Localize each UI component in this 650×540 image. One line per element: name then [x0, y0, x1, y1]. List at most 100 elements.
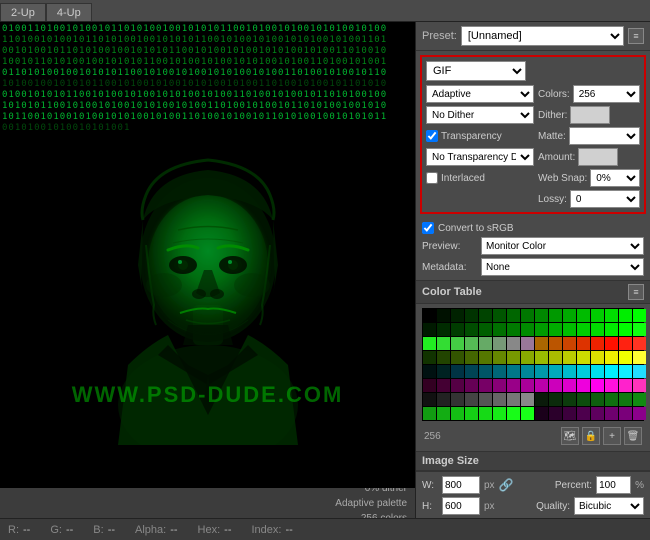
- websnap-select[interactable]: 0%: [590, 169, 640, 187]
- preset-menu-button[interactable]: ≡: [628, 28, 644, 44]
- color-cell[interactable]: [451, 393, 464, 406]
- color-cell[interactable]: [479, 337, 492, 350]
- color-cell[interactable]: [535, 407, 548, 420]
- dither-select[interactable]: No Dither: [426, 106, 534, 124]
- color-cell[interactable]: [619, 379, 632, 392]
- color-cell[interactable]: [563, 323, 576, 336]
- color-cell[interactable]: [507, 337, 520, 350]
- color-cell[interactable]: [563, 365, 576, 378]
- color-cell[interactable]: [563, 309, 576, 322]
- color-cell[interactable]: [507, 351, 520, 364]
- color-cell[interactable]: [605, 309, 618, 322]
- amount-input[interactable]: [578, 148, 618, 166]
- width-input[interactable]: [442, 476, 480, 494]
- color-cell[interactable]: [563, 379, 576, 392]
- color-cell[interactable]: [591, 337, 604, 350]
- matte-select[interactable]: [569, 127, 640, 145]
- color-cell[interactable]: [521, 337, 534, 350]
- preset-select[interactable]: [Unnamed]: [461, 26, 624, 46]
- color-cell[interactable]: [451, 407, 464, 420]
- color-cell[interactable]: [549, 309, 562, 322]
- color-cell[interactable]: [423, 323, 436, 336]
- color-cell[interactable]: [465, 337, 478, 350]
- color-cell[interactable]: [549, 393, 562, 406]
- color-cell[interactable]: [437, 393, 450, 406]
- color-cell[interactable]: [493, 407, 506, 420]
- color-cell[interactable]: [451, 323, 464, 336]
- color-cell[interactable]: [493, 351, 506, 364]
- color-cell[interactable]: [577, 365, 590, 378]
- color-cell[interactable]: [451, 337, 464, 350]
- metadata-select[interactable]: None: [481, 258, 644, 276]
- color-cell[interactable]: [577, 379, 590, 392]
- color-cell[interactable]: [507, 407, 520, 420]
- color-cell[interactable]: [633, 351, 646, 364]
- color-cell[interactable]: [507, 379, 520, 392]
- color-cell[interactable]: [549, 323, 562, 336]
- color-cell[interactable]: [493, 379, 506, 392]
- color-cell[interactable]: [563, 351, 576, 364]
- color-cell[interactable]: [591, 323, 604, 336]
- color-cell[interactable]: [591, 309, 604, 322]
- color-cell[interactable]: [577, 351, 590, 364]
- color-cell[interactable]: [507, 365, 520, 378]
- color-cell[interactable]: [479, 351, 492, 364]
- color-cell[interactable]: [619, 407, 632, 420]
- color-cell[interactable]: [591, 379, 604, 392]
- color-cell[interactable]: [605, 337, 618, 350]
- tab-4up[interactable]: 4-Up: [46, 3, 92, 21]
- color-cell[interactable]: [437, 365, 450, 378]
- color-cell[interactable]: [633, 407, 646, 420]
- color-cell[interactable]: [577, 393, 590, 406]
- color-cell[interactable]: [633, 365, 646, 378]
- color-cell[interactable]: [465, 323, 478, 336]
- color-mode-select[interactable]: Adaptive: [426, 85, 534, 103]
- color-cell[interactable]: [423, 393, 436, 406]
- convert-srgb-checkbox[interactable]: [422, 222, 434, 234]
- color-cell[interactable]: [535, 379, 548, 392]
- color-cell[interactable]: [423, 365, 436, 378]
- color-cell[interactable]: [451, 351, 464, 364]
- color-cell[interactable]: [591, 365, 604, 378]
- color-cell[interactable]: [619, 309, 632, 322]
- dither-input[interactable]: [570, 106, 610, 124]
- color-cell[interactable]: [549, 337, 562, 350]
- color-cell[interactable]: [521, 393, 534, 406]
- color-cell[interactable]: [563, 393, 576, 406]
- color-cell[interactable]: [521, 323, 534, 336]
- color-cell[interactable]: [451, 309, 464, 322]
- interlaced-checkbox[interactable]: [426, 172, 438, 184]
- color-cell[interactable]: [423, 407, 436, 420]
- color-cell[interactable]: [465, 309, 478, 322]
- color-cell[interactable]: [465, 379, 478, 392]
- height-input[interactable]: [442, 497, 480, 515]
- color-add-btn[interactable]: +: [603, 427, 621, 445]
- color-cell[interactable]: [507, 393, 520, 406]
- color-cell[interactable]: [437, 323, 450, 336]
- percent-input[interactable]: [596, 476, 631, 494]
- color-cell[interactable]: [437, 337, 450, 350]
- color-cell[interactable]: [521, 379, 534, 392]
- color-cell[interactable]: [619, 351, 632, 364]
- color-cell[interactable]: [549, 365, 562, 378]
- color-cell[interactable]: [423, 337, 436, 350]
- color-cell[interactable]: [549, 351, 562, 364]
- color-cell[interactable]: [479, 379, 492, 392]
- color-table-menu-btn[interactable]: ≡: [628, 284, 644, 300]
- color-cell[interactable]: [605, 323, 618, 336]
- color-cell[interactable]: [493, 393, 506, 406]
- color-lock-btn[interactable]: 🔒: [582, 427, 600, 445]
- color-cell[interactable]: [465, 393, 478, 406]
- color-cell[interactable]: [535, 365, 548, 378]
- color-map-btn[interactable]: 🗺: [561, 427, 579, 445]
- tab-2up[interactable]: 2-Up: [0, 3, 46, 21]
- color-cell[interactable]: [465, 407, 478, 420]
- color-cell[interactable]: [479, 407, 492, 420]
- color-cell[interactable]: [437, 407, 450, 420]
- color-cell[interactable]: [619, 393, 632, 406]
- color-cell[interactable]: [563, 407, 576, 420]
- color-cell[interactable]: [507, 323, 520, 336]
- quality-select[interactable]: Bicubic: [574, 497, 644, 515]
- color-cell[interactable]: [451, 365, 464, 378]
- color-cell[interactable]: [521, 407, 534, 420]
